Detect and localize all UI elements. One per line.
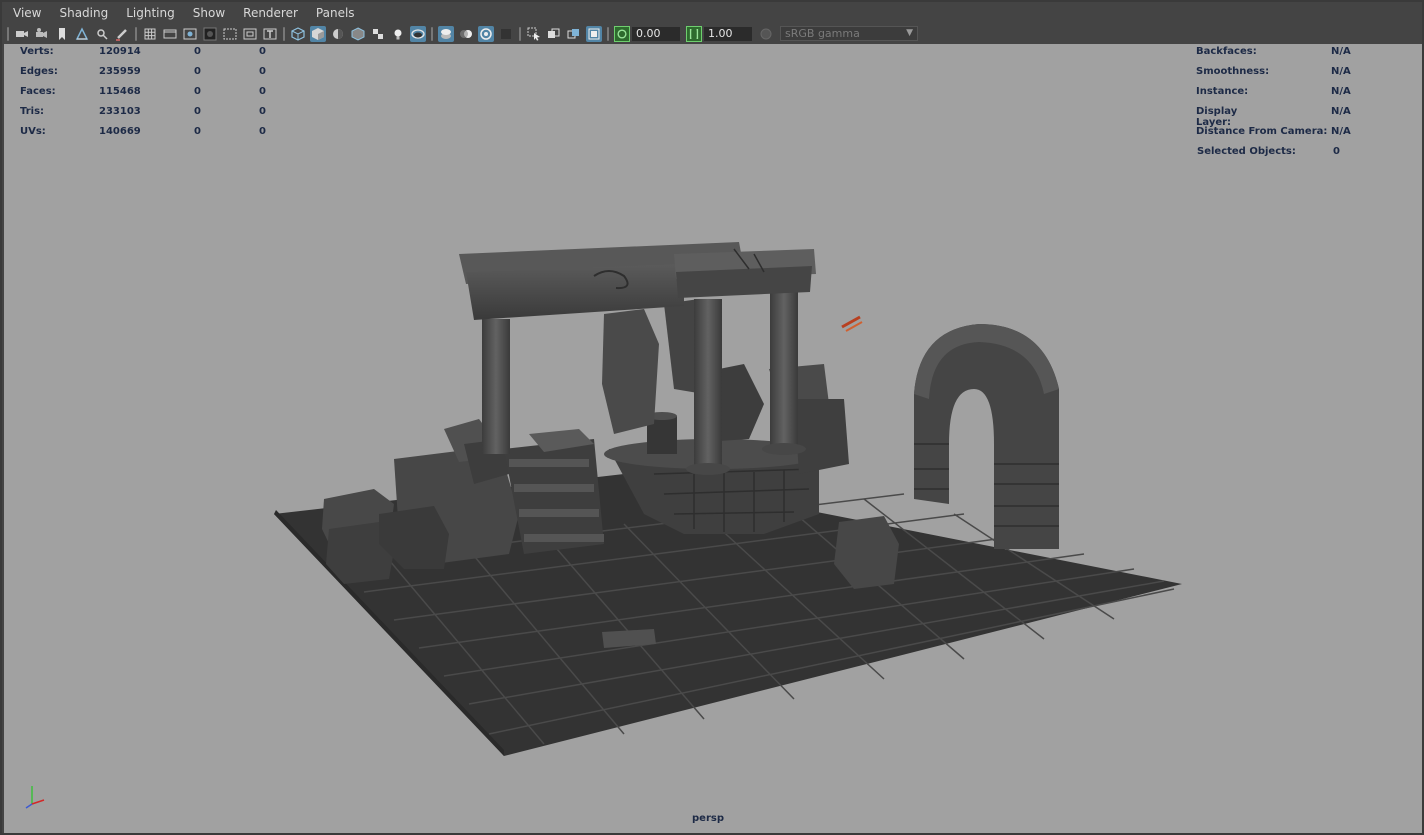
hud-value: N/A <box>1331 86 1351 97</box>
resolution-gate-icon[interactable] <box>182 26 198 42</box>
safe-action-icon[interactable] <box>242 26 258 42</box>
menu-show[interactable]: Show <box>184 4 234 23</box>
hud-label: Selected Objects: <box>1197 146 1296 157</box>
motion-blur-icon[interactable] <box>458 26 474 42</box>
image-plane-icon[interactable] <box>74 26 90 42</box>
gamma-toggle-icon[interactable] <box>686 25 702 42</box>
color-space-label: sRGB gamma <box>785 27 860 40</box>
hud-value: 0 <box>259 86 266 97</box>
depth-of-field-icon[interactable] <box>498 26 514 42</box>
hud-label: Edges: <box>20 66 58 77</box>
hud-value: 140669 <box>99 126 141 137</box>
hud-value: 0 <box>194 106 201 117</box>
toolbar-separator <box>519 26 521 41</box>
safe-title-icon[interactable] <box>262 26 278 42</box>
hud-value: N/A <box>1331 46 1351 57</box>
scene-render <box>25 242 1182 809</box>
hud-value: 0 <box>259 66 266 77</box>
xray-active-components-icon[interactable] <box>566 26 582 42</box>
menu-panels[interactable]: Panels <box>307 4 364 23</box>
bookmark-icon[interactable] <box>54 26 70 42</box>
gate-mask-icon[interactable] <box>202 26 218 42</box>
use-default-material-icon[interactable] <box>330 26 346 42</box>
exposure-toggle-icon[interactable] <box>614 25 630 42</box>
isolate-select-icon[interactable] <box>526 26 542 42</box>
axis-gizmo-icon <box>25 786 45 809</box>
hud-value: 0 <box>194 126 201 137</box>
grease-pencil-icon[interactable] <box>114 26 130 42</box>
chevron-down-icon: ▼ <box>906 28 913 38</box>
hud-value: 0 <box>194 86 201 97</box>
hud-label: Verts: <box>20 46 54 57</box>
toolbar-separator <box>135 26 137 41</box>
gamma-field[interactable]: 1.00 <box>704 26 752 41</box>
panel-toolbar: 0.00 1.00 sRGB gamma ▼ <box>4 23 1422 44</box>
panel-menu-bar: View Shading Lighting Show Renderer Pane… <box>4 4 1422 23</box>
hud-label: Faces: <box>20 86 56 97</box>
hud-value: 235959 <box>99 66 141 77</box>
field-chart-icon[interactable] <box>222 26 238 42</box>
hud-value: 0 <box>194 46 201 57</box>
film-gate-icon[interactable] <box>162 26 178 42</box>
shadows-icon[interactable] <box>410 25 426 42</box>
menu-renderer[interactable]: Renderer <box>234 4 307 23</box>
hud-value: 0 <box>259 46 266 57</box>
lintel-beams <box>459 242 816 320</box>
hud-value: 233103 <box>99 106 141 117</box>
hud-value: N/A <box>1331 106 1351 117</box>
color-space-dropdown[interactable]: sRGB gamma ▼ <box>780 26 918 41</box>
xray-joints-icon[interactable] <box>586 25 602 42</box>
xray-icon[interactable] <box>546 26 562 42</box>
camera-name-label: persp <box>692 813 724 824</box>
hud-value: 0 <box>259 126 266 137</box>
hud-label: Smoothness: <box>1196 66 1270 77</box>
stone-arch <box>914 324 1059 549</box>
hud-label: Display Layer: <box>1196 106 1238 128</box>
camera-attributes-icon[interactable] <box>34 26 50 42</box>
wireframe-on-shaded-icon[interactable] <box>350 26 366 42</box>
wireframe-icon[interactable] <box>290 26 306 42</box>
hud-value: 0 <box>194 66 201 77</box>
hud-value: 0 <box>259 106 266 117</box>
maya-viewport-panel: View Shading Lighting Show Renderer Pane… <box>0 0 1424 835</box>
exposure-field[interactable]: 0.00 <box>632 26 680 41</box>
toolbar-separator <box>431 26 433 41</box>
hud-value: 115468 <box>99 86 141 97</box>
menu-lighting[interactable]: Lighting <box>117 4 184 23</box>
toolbar-separator <box>607 26 609 41</box>
smooth-shade-icon[interactable] <box>310 25 326 42</box>
hud-label: Tris: <box>20 106 45 117</box>
hud-value: 0 <box>1333 146 1340 157</box>
menu-view[interactable]: View <box>4 4 50 23</box>
3d-viewport[interactable]: Verts: 120914 0 0 Edges: 235959 0 0 Face… <box>4 44 1422 833</box>
hud-value: N/A <box>1331 66 1351 77</box>
screen-space-ao-icon[interactable] <box>438 25 454 42</box>
textured-icon[interactable] <box>370 26 386 42</box>
2d-pan-zoom-icon[interactable] <box>94 26 110 42</box>
toolbar-separator <box>7 26 9 41</box>
menu-shading[interactable]: Shading <box>50 4 117 23</box>
hud-label: Backfaces: <box>1196 46 1257 57</box>
grid-icon[interactable] <box>142 26 158 42</box>
hud-label: Instance: <box>1196 86 1249 97</box>
multisample-aa-icon[interactable] <box>478 25 494 42</box>
hud-value: 120914 <box>99 46 141 57</box>
hud-value: N/A <box>1331 126 1351 137</box>
toolbar-separator <box>283 26 285 41</box>
hud-label: UVs: <box>20 126 46 137</box>
use-all-lights-icon[interactable] <box>390 26 406 42</box>
camera-select-icon[interactable] <box>14 26 30 42</box>
light-locator-icon <box>841 315 863 332</box>
hud-label: Distance From Camera: <box>1196 126 1328 137</box>
view-transform-icon[interactable] <box>758 26 774 42</box>
